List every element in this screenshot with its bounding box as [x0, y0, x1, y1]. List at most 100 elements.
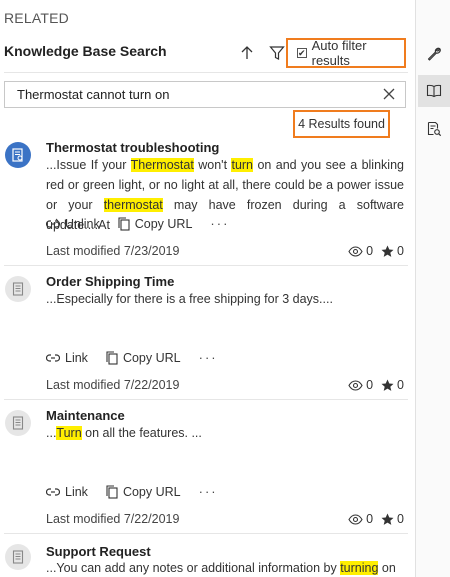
article-actions: Link Copy URL ···	[46, 484, 218, 499]
views-stat: 0	[348, 378, 373, 392]
eye-icon	[348, 379, 363, 391]
close-icon[interactable]	[382, 87, 396, 101]
link-icon	[46, 353, 60, 362]
article-title[interactable]: Order Shipping Time	[46, 274, 174, 289]
auto-filter-label: Auto filter results	[311, 38, 367, 68]
excerpt-text: ...You can add any notes or additional i…	[46, 561, 341, 575]
unlink-icon	[46, 218, 60, 228]
search-highlight: turning	[340, 561, 379, 575]
article-document-icon	[12, 550, 24, 564]
search-input-value: Thermostat cannot turn on	[17, 87, 170, 102]
rating-stat: 0	[381, 378, 404, 392]
link-label: Link	[65, 484, 88, 499]
article-actions: Unlink Copy URL ···	[46, 216, 229, 231]
side-rail	[415, 0, 450, 577]
list-item[interactable]: Support Request ...You can add any notes…	[0, 542, 415, 577]
sort-arrow-up-icon[interactable]	[238, 44, 256, 62]
search-highlight: thermostat	[103, 198, 163, 212]
more-options-button[interactable]: ···	[199, 350, 218, 365]
article-title[interactable]: Support Request	[46, 544, 151, 559]
wrench-icon	[427, 47, 441, 61]
divider	[4, 399, 408, 400]
excerpt-text: on	[378, 561, 396, 575]
article-title[interactable]: Maintenance	[46, 408, 125, 423]
link-button[interactable]: Link	[46, 351, 88, 365]
last-modified: Last modified 7/22/2019	[46, 378, 180, 392]
copy-icon	[106, 350, 118, 365]
eye-icon	[348, 513, 363, 525]
copy-url-button[interactable]: Copy URL	[118, 216, 193, 231]
article-avatar	[5, 276, 31, 302]
search-highlight: Thermostat	[130, 158, 194, 172]
results-count: 4 Results found	[293, 110, 390, 138]
copy-url-button[interactable]: Copy URL	[106, 485, 181, 499]
link-button[interactable]: Link	[46, 485, 88, 499]
last-modified: Last modified 7/23/2019	[46, 244, 180, 258]
search-highlight: turn	[231, 158, 254, 172]
rating-count: 0	[397, 244, 404, 258]
star-icon	[381, 245, 394, 257]
rating-stat: 0	[381, 512, 404, 526]
checkbox-checked-icon[interactable]: ✔	[297, 48, 307, 58]
kb-search-title: Knowledge Base Search	[4, 43, 167, 59]
star-icon	[381, 379, 394, 391]
excerpt-text: ...Especially for there is a free shippi…	[46, 292, 333, 306]
last-modified: Last modified 7/22/2019	[46, 512, 180, 526]
search-highlight: Turn	[56, 426, 82, 440]
rail-document-search-button[interactable]	[418, 113, 450, 145]
related-label: RELATED	[4, 10, 69, 26]
rating-stat: 0	[381, 244, 404, 258]
excerpt-text: on all the features. ...	[81, 426, 202, 440]
unlink-label: Unlink	[65, 216, 100, 231]
search-input[interactable]: Thermostat cannot turn on	[4, 81, 406, 108]
excerpt-text: ...Issue If your	[46, 158, 131, 172]
copy-icon	[106, 484, 118, 499]
star-icon	[381, 513, 394, 525]
link-icon	[46, 487, 60, 496]
link-label: Link	[65, 350, 88, 365]
auto-filter-checkbox[interactable]: ✔ Auto filter results	[286, 38, 406, 68]
article-excerpt: ...Especially for there is a free shippi…	[46, 289, 404, 309]
article-avatar	[5, 544, 31, 570]
article-actions: Link Copy URL ···	[46, 350, 218, 365]
copy-url-label: Copy URL	[122, 484, 181, 499]
views-stat: 0	[348, 244, 373, 258]
rating-count: 0	[397, 512, 404, 526]
article-document-icon	[12, 416, 24, 430]
document-search-icon	[427, 121, 442, 137]
article-stats: 0 0	[340, 512, 404, 526]
related-panel: RELATED Knowledge Base Search ✔ Auto fil…	[0, 0, 415, 577]
list-item[interactable]: Thermostat troubleshooting ...Issue If y…	[0, 140, 415, 265]
views-count: 0	[366, 244, 374, 258]
excerpt-text: won't	[193, 158, 232, 172]
article-excerpt: ...You can add any notes or additional i…	[46, 558, 404, 577]
copy-url-button[interactable]: Copy URL	[106, 351, 181, 365]
article-document-icon	[12, 148, 23, 162]
divider	[4, 72, 408, 73]
views-stat: 0	[348, 512, 373, 526]
list-item[interactable]: Order Shipping Time ...Especially for th…	[0, 274, 415, 399]
article-avatar	[5, 142, 31, 168]
filter-icon[interactable]	[268, 44, 286, 62]
article-stats: 0 0	[340, 378, 404, 392]
article-title[interactable]: Thermostat troubleshooting	[46, 140, 219, 155]
divider	[4, 533, 408, 534]
copy-icon	[118, 216, 130, 231]
copy-url-label: Copy URL	[134, 216, 193, 231]
article-avatar	[5, 410, 31, 436]
article-stats: 0 0	[340, 244, 404, 258]
rail-tools-button[interactable]	[418, 38, 450, 70]
views-count: 0	[366, 378, 374, 392]
more-options-button[interactable]: ···	[199, 484, 218, 499]
unlink-button[interactable]: Unlink	[46, 217, 100, 231]
list-item[interactable]: Maintenance ...Turn on all the features.…	[0, 408, 415, 533]
rail-knowledge-base-button[interactable]	[418, 75, 450, 107]
divider	[4, 265, 408, 266]
article-document-icon	[12, 282, 24, 296]
article-excerpt: ...Turn on all the features. ...	[46, 423, 404, 443]
eye-icon	[348, 245, 363, 257]
more-options-button[interactable]: ···	[210, 216, 229, 231]
excerpt-text: ...	[46, 426, 57, 440]
views-count: 0	[366, 512, 374, 526]
copy-url-label: Copy URL	[122, 350, 181, 365]
